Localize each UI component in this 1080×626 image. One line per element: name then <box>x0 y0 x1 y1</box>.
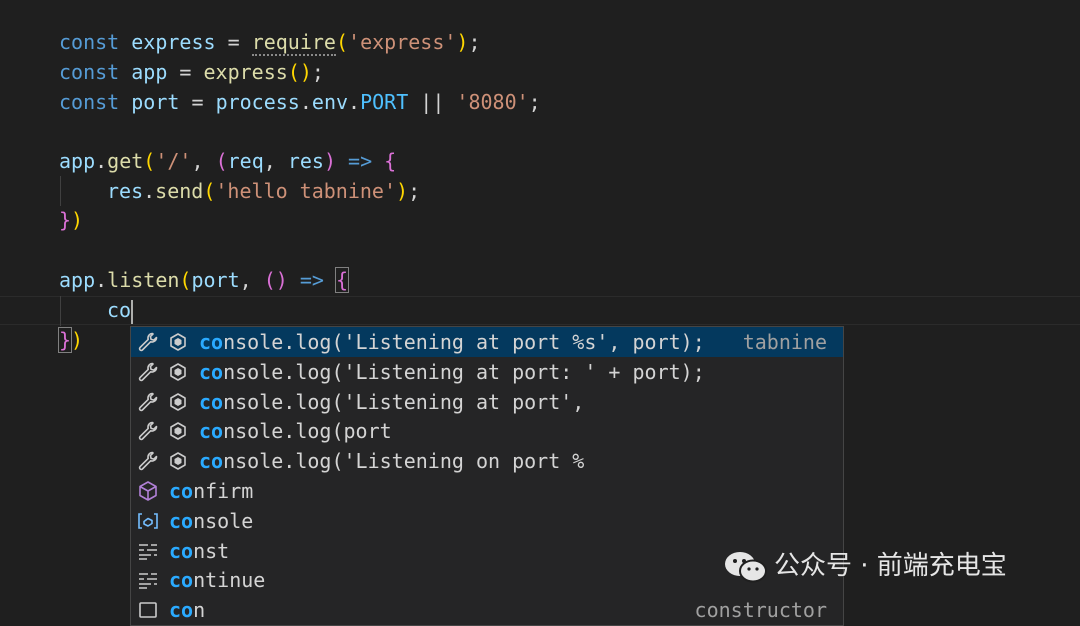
suggestion-label: console.log('Listening on port % <box>199 446 584 476</box>
suggestion-match-highlight: co <box>169 508 194 533</box>
code-line-2[interactable]: const app = express(); <box>59 57 324 87</box>
suggestion-match-highlight: co <box>169 479 194 503</box>
class-icon <box>137 599 159 621</box>
text-cursor <box>131 299 134 324</box>
suggestion-match-highlight: co <box>199 330 224 354</box>
suggestion-match-highlight: co <box>199 359 224 384</box>
suggestion-label-rest: nsole.log('Listening at port', <box>223 389 585 414</box>
wrench-icon <box>137 331 159 353</box>
code-line-11[interactable]: }) <box>57 325 83 355</box>
watermark-text: 公众号 · 前端充电宝 <box>774 551 1007 581</box>
wrench-icon <box>137 391 159 413</box>
suggestion-label: console.log('Listening at port %s', port… <box>199 327 705 357</box>
keyword-icon <box>137 569 159 591</box>
suggestion-match-highlight: co <box>199 419 224 444</box>
code-line-6[interactable]: res.send('hello tabnine'); <box>107 176 420 206</box>
suggestion-item[interactable]: confirm <box>131 476 843 506</box>
suggestion-item[interactable]: console.log('Listening at port: ' + port… <box>131 357 843 387</box>
wrench-icon <box>137 361 159 383</box>
suggestion-label: console.log(port <box>199 416 392 446</box>
suggestion-item[interactable]: console <box>131 506 843 536</box>
suggestion-label-rest: nsole <box>193 508 254 533</box>
keyword-icon <box>137 540 159 562</box>
code-line-3[interactable]: const port = process.env.PORT || '8080'; <box>59 87 541 117</box>
snippet-kind-icon <box>167 391 189 413</box>
snippet-kind-icon <box>167 450 189 472</box>
suggestion-label: const <box>169 536 229 566</box>
suggestion-item[interactable]: console.log('Listening at port', <box>131 387 843 417</box>
wrench-icon <box>137 420 159 442</box>
suggestion-item[interactable]: console.log('Listening on port % <box>131 446 843 476</box>
suggestion-label-rest: nfirm <box>193 479 254 503</box>
suggestion-match-highlight: co <box>199 449 224 474</box>
cube-icon <box>137 480 159 502</box>
wechat-icon <box>725 552 767 583</box>
code-line-9[interactable]: app.listen(port, () => { <box>59 265 350 295</box>
snippet-kind-icon <box>167 361 189 383</box>
suggestion-label: continue <box>169 565 265 595</box>
suggestion-match-highlight: co <box>199 389 224 414</box>
suggestion-match-highlight: co <box>169 538 194 563</box>
indent-guide <box>60 296 61 326</box>
suggestion-label: con <box>169 595 205 625</box>
suggestion-label: confirm <box>169 476 253 506</box>
suggestion-label-rest: nsole.log('Listening at port %s', port); <box>223 330 705 354</box>
code-line-10[interactable]: co <box>107 295 134 325</box>
suggestion-label-rest: n <box>193 598 206 623</box>
snippet-kind-icon <box>167 331 189 353</box>
snippet-kind-icon <box>167 420 189 442</box>
suggestion-label: console.log('Listening at port: ' + port… <box>199 357 705 387</box>
code-line-7[interactable]: }) <box>59 205 83 235</box>
suggestion-label-rest: nsole.log('Listening on port % <box>223 449 585 474</box>
variable-icon <box>137 510 159 532</box>
suggestion-label-rest: ntinue <box>193 568 266 593</box>
suggestion-label-rest: nsole.log(port <box>223 419 392 444</box>
suggestion-item[interactable]: console.log('Listening at port %s', port… <box>131 327 843 357</box>
suggestion-item[interactable]: con constructor <box>131 595 843 625</box>
current-line-highlight <box>0 296 1080 325</box>
code-line-1[interactable]: const express = require('express'); <box>59 27 481 57</box>
suggestion-label: console <box>169 506 253 536</box>
suggestion-label-rest: nst <box>193 538 230 563</box>
suggestion-label-rest: nsole.log('Listening at port: ' + port); <box>223 359 705 384</box>
suggestion-detail: constructor <box>694 598 827 623</box>
suggestion-detail: tabnine <box>742 330 827 354</box>
suggestion-match-highlight: co <box>169 568 194 593</box>
code-line-5[interactable]: app.get('/', (req, res) => { <box>59 146 396 176</box>
suggestion-label: console.log('Listening at port', <box>199 387 584 417</box>
suggestion-match-highlight: co <box>169 598 194 623</box>
wrench-icon <box>137 450 159 472</box>
indent-guide <box>60 176 61 206</box>
suggestion-item[interactable]: console.log(port <box>131 416 843 446</box>
